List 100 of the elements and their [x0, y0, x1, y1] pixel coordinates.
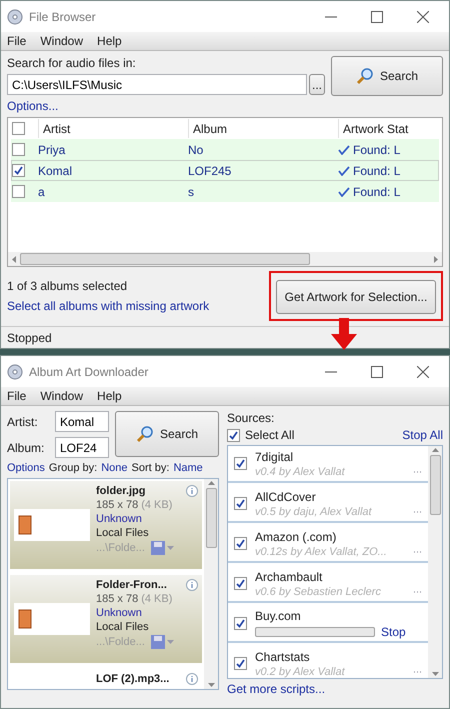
scrollbar[interactable]	[8, 252, 442, 266]
checkbox[interactable]	[234, 497, 247, 510]
file-path: ...\Folde...	[96, 636, 145, 648]
file-path: ...\Folde...	[96, 542, 145, 554]
scroll-down-icon[interactable]	[208, 683, 214, 687]
scrollbar-thumb[interactable]	[430, 455, 440, 515]
image-type: Unknown	[96, 607, 143, 619]
scrollbar-thumb[interactable]	[206, 488, 216, 548]
file-name: folder.jpg	[96, 485, 146, 497]
scrollbar-thumb[interactable]	[20, 253, 310, 265]
table-cell: Found: L	[338, 164, 438, 178]
thumbnail-placeholder[interactable]	[14, 603, 90, 635]
source-name: Archambault	[255, 570, 324, 584]
artist-label: Artist:	[7, 414, 39, 428]
search-label: Search for audio files in:	[7, 56, 137, 70]
source-name: Local Files	[96, 621, 150, 633]
select-all-label: Select All	[245, 428, 296, 442]
select-missing-link[interactable]: Select all albums with missing artwork	[7, 299, 265, 313]
window-title: Album Art Downloader	[29, 364, 150, 378]
stop-all-link[interactable]: Stop All	[402, 428, 443, 442]
info-icon[interactable]	[186, 485, 198, 497]
source-version: v0.4 by Alex Vallat	[255, 466, 346, 478]
source-name: Local Files	[96, 527, 150, 539]
column-header[interactable]: Artist	[38, 119, 188, 138]
menu-item[interactable]: Help	[97, 34, 122, 48]
artist-field[interactable]: Komal	[55, 411, 109, 432]
dimensions: 185 x 78	[96, 499, 138, 511]
checkbox[interactable]	[12, 185, 25, 198]
save-icon[interactable]	[150, 541, 175, 555]
close-icon[interactable]	[417, 366, 429, 378]
window-title: File Browser	[29, 10, 97, 24]
selection-count: 1 of 3 albums selected	[7, 279, 128, 293]
search-button[interactable]: Search	[331, 56, 443, 96]
options-link[interactable]: Options	[7, 462, 45, 474]
get-artwork-button[interactable]: Get Artwork for Selection...	[276, 280, 436, 314]
info-icon[interactable]	[186, 579, 198, 591]
scroll-left-icon[interactable]	[12, 256, 16, 262]
scroll-up-icon[interactable]	[432, 448, 438, 452]
sources-label: Sources:	[227, 411, 276, 425]
file-size: (4 KB)	[141, 593, 172, 605]
table-cell-text: Komal	[38, 164, 74, 178]
checkbox[interactable]	[234, 577, 247, 590]
info-icon[interactable]	[186, 673, 198, 685]
source-name: 7digital	[255, 450, 294, 464]
source-name: AllCdCover	[255, 490, 317, 504]
sort-by-link[interactable]: Name	[173, 462, 203, 474]
select-all-checkbox[interactable]	[227, 428, 240, 442]
check-icon	[338, 186, 350, 196]
checkbox[interactable]	[234, 657, 247, 670]
search-icon	[356, 67, 374, 85]
scrollbar[interactable]	[428, 446, 442, 678]
group-by-link[interactable]: None	[101, 462, 128, 474]
source-version: v0.12s by Alex Vallat, ZO...	[255, 546, 388, 558]
source-version: v0.5 by daju, Alex Vallat	[255, 506, 373, 518]
scroll-down-icon[interactable]	[432, 672, 438, 676]
table-cell: Found: L	[338, 142, 438, 156]
checkbox[interactable]	[12, 143, 25, 156]
source-name: Amazon (.com)	[255, 530, 338, 544]
scroll-up-icon[interactable]	[208, 481, 214, 485]
file-name: Folder-Fron...	[96, 579, 168, 591]
menu-item[interactable]: Help	[97, 389, 122, 403]
menu-item[interactable]: Window	[40, 389, 84, 403]
file-name: LOF (2).mp3...	[96, 673, 170, 685]
thumbnail-placeholder[interactable]	[14, 509, 90, 541]
search-button[interactable]: Search	[115, 411, 219, 457]
menu-item[interactable]: File	[7, 389, 26, 403]
file-size: (4 KB)	[141, 499, 172, 511]
check-icon	[338, 144, 350, 154]
dimensions: 185 x 78	[96, 593, 138, 605]
menu-item[interactable]: Window	[40, 34, 84, 48]
search-icon	[136, 425, 154, 443]
close-icon[interactable]	[417, 10, 429, 22]
check-icon	[338, 166, 350, 176]
sort-by-label: Sort by:	[132, 462, 170, 474]
image-type: Unknown	[96, 513, 143, 525]
disc-icon	[7, 364, 23, 380]
table-cell-text: Priya	[38, 142, 66, 156]
column-header[interactable]: Album	[188, 119, 338, 138]
album-label: Album:	[7, 440, 46, 454]
checkbox[interactable]	[234, 537, 247, 550]
save-icon[interactable]	[150, 635, 175, 649]
checkbox[interactable]	[234, 457, 247, 470]
menu-item[interactable]: File	[7, 34, 26, 48]
options-link[interactable]: Options...	[7, 99, 325, 113]
scroll-right-icon[interactable]	[434, 256, 438, 262]
checkbox[interactable]	[234, 617, 247, 630]
checkbox[interactable]	[12, 164, 25, 177]
album-field[interactable]: LOF24	[55, 437, 109, 458]
column-header[interactable]: Artwork Stat	[338, 119, 438, 138]
source-name: Buy.com	[255, 608, 302, 622]
select-all-checkbox[interactable]	[12, 122, 25, 135]
table-cell: Found: L	[338, 184, 438, 198]
more-scripts-link[interactable]: Get more scripts...	[227, 682, 443, 696]
disc-icon	[7, 8, 23, 24]
browse-button[interactable]: ...	[309, 74, 325, 95]
stop-link[interactable]: Stop	[381, 624, 406, 638]
scrollbar[interactable]	[204, 479, 218, 689]
path-field[interactable]: C:\Users\ILFS\Music	[7, 74, 307, 95]
maximize-icon[interactable]	[371, 10, 383, 22]
maximize-icon[interactable]	[371, 366, 383, 378]
